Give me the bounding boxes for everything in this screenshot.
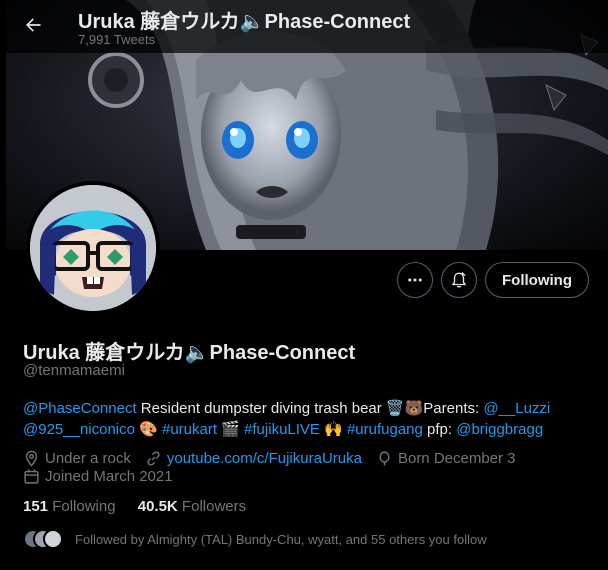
hashtag-urukart[interactable]: #urukart bbox=[162, 421, 217, 438]
mention-phaseconnect[interactable]: @PhaseConnect bbox=[23, 400, 137, 417]
notification-bell-icon bbox=[451, 272, 467, 288]
mention-luzzi[interactable]: @__Luzzi bbox=[483, 400, 550, 417]
mention-briggbragg[interactable]: @briggbragg bbox=[456, 421, 543, 438]
followers-stat[interactable]: 40.5K Followers bbox=[138, 498, 246, 515]
website-link[interactable]: youtube.com/c/FujikuraUruka bbox=[167, 450, 362, 467]
profile-meta: Under a rock youtube.com/c/FujikuraUruka… bbox=[23, 450, 530, 467]
followed-by-text: Followed by Almighty (TAL) Bundy-Chu, wy… bbox=[75, 531, 487, 547]
more-button[interactable] bbox=[397, 262, 433, 298]
followed-by[interactable]: Followed by Almighty (TAL) Bundy-Chu, wy… bbox=[23, 529, 487, 549]
hashtag-urufugang[interactable]: #urufugang bbox=[347, 421, 423, 438]
website: youtube.com/c/FujikuraUruka bbox=[145, 450, 362, 467]
location: Under a rock bbox=[23, 450, 131, 467]
profile-avatar[interactable] bbox=[26, 181, 160, 315]
bio-text: 🎨 bbox=[134, 421, 162, 438]
avatar-illustration bbox=[30, 185, 156, 311]
following-button[interactable]: Following bbox=[485, 262, 589, 298]
location-text: Under a rock bbox=[45, 450, 131, 467]
followers-label: Followers bbox=[177, 498, 247, 515]
tweet-count: 7,991 Tweets bbox=[78, 32, 156, 47]
profile-display-name: Uruka 藤倉ウルカ🔈Phase-Connect bbox=[23, 342, 356, 364]
top-bar: Uruka 藤倉ウルカ🔈Phase-Connect 7,991 Tweets bbox=[0, 0, 608, 53]
followers-count: 40.5K bbox=[137, 498, 178, 515]
mutual-avatars bbox=[23, 529, 65, 549]
mutual-avatar bbox=[43, 529, 63, 549]
bio-text: 🎬 bbox=[217, 421, 245, 438]
more-icon bbox=[408, 278, 422, 282]
location-icon bbox=[25, 450, 38, 467]
notifications-button[interactable] bbox=[441, 262, 477, 298]
mention-niconico[interactable]: @925__niconico bbox=[23, 421, 135, 438]
bio-text: 🙌 bbox=[319, 421, 347, 438]
hashtag-fujikulive[interactable]: #fujikuLIVE bbox=[244, 421, 320, 438]
follow-stats: 151 Following 40.5K Followers bbox=[23, 498, 264, 515]
following-label: Following bbox=[48, 498, 116, 515]
bio-text: Resident dumpster diving trash bear 🗑️🐻P… bbox=[136, 400, 484, 417]
bio-text: pfp: bbox=[422, 421, 457, 438]
profile-meta-joined: Joined March 2021 bbox=[23, 468, 187, 485]
profile-bio: @PhaseConnect Resident dumpster diving t… bbox=[23, 398, 593, 440]
birthday-icon bbox=[379, 451, 390, 466]
joined-text: Joined March 2021 bbox=[45, 468, 173, 485]
back-button[interactable] bbox=[16, 8, 50, 42]
joined: Joined March 2021 bbox=[23, 468, 173, 485]
calendar-icon bbox=[24, 469, 39, 484]
birthday-text: Born December 3 bbox=[397, 450, 516, 467]
link-icon bbox=[147, 451, 160, 466]
following-count: 151 bbox=[23, 498, 49, 515]
following-stat[interactable]: 151 Following bbox=[23, 498, 116, 515]
profile-handle: @tenmamaemi bbox=[23, 362, 125, 379]
birthday: Born December 3 bbox=[376, 450, 516, 467]
back-arrow-icon bbox=[26, 18, 41, 32]
header-title: Uruka 藤倉ウルカ🔈Phase-Connect bbox=[78, 11, 411, 33]
